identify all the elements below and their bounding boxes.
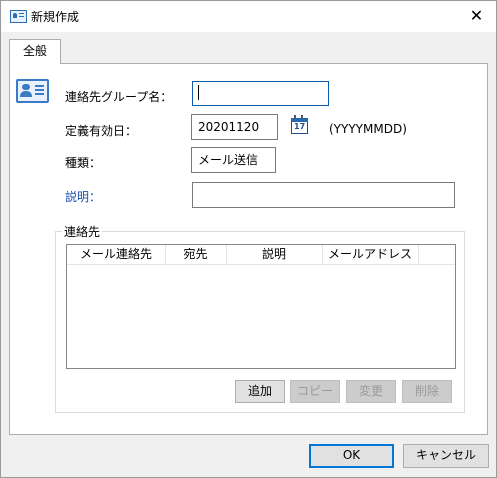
type-label: 種類： (65, 156, 102, 170)
window-title: 新規作成 (31, 10, 80, 24)
dialog-window: 新規作成 ✕ 全般 連絡先グループ名： 定義有効日： 20201120 17 (… (0, 0, 497, 478)
calendar-icon[interactable]: 17 (290, 115, 308, 134)
type-field: メール送信 (191, 147, 276, 173)
close-button[interactable]: ✕ (457, 1, 496, 32)
tab-general[interactable]: 全般 (9, 39, 61, 64)
delete-button[interactable]: 削除 (402, 380, 452, 403)
text-caret (198, 85, 199, 100)
expiry-date-input[interactable]: 20201120 (191, 114, 278, 140)
ok-button[interactable]: OK (309, 444, 394, 468)
column-description[interactable]: 説明 (226, 245, 323, 264)
column-mail-address[interactable]: メールアドレス (322, 245, 419, 264)
title-bar: 新規作成 ✕ (1, 1, 496, 32)
description-input[interactable] (192, 182, 455, 208)
column-recipient[interactable]: 宛先 (165, 245, 227, 264)
group-name-label: 連絡先グループ名： (65, 90, 173, 104)
contacts-list-header: メール連絡先 宛先 説明 メールアドレス (67, 245, 455, 265)
group-name-input[interactable] (192, 81, 329, 106)
column-mail-contact[interactable]: メール連絡先 (67, 245, 166, 264)
contact-card-icon (10, 10, 27, 23)
description-label: 説明： (65, 190, 102, 204)
contacts-group-label: 連絡先 (62, 223, 103, 240)
edit-button[interactable]: 変更 (346, 380, 396, 403)
close-icon: ✕ (469, 6, 484, 25)
contacts-list[interactable]: メール連絡先 宛先 説明 メールアドレス (66, 244, 456, 369)
expiry-date-label: 定義有効日： (65, 124, 138, 138)
copy-button[interactable]: コピー (290, 380, 340, 403)
add-button[interactable]: 追加 (235, 380, 285, 403)
date-format-hint: (YYYYMMDD) (329, 122, 407, 136)
cancel-button[interactable]: キャンセル (403, 444, 489, 468)
contact-card-icon (16, 79, 49, 103)
